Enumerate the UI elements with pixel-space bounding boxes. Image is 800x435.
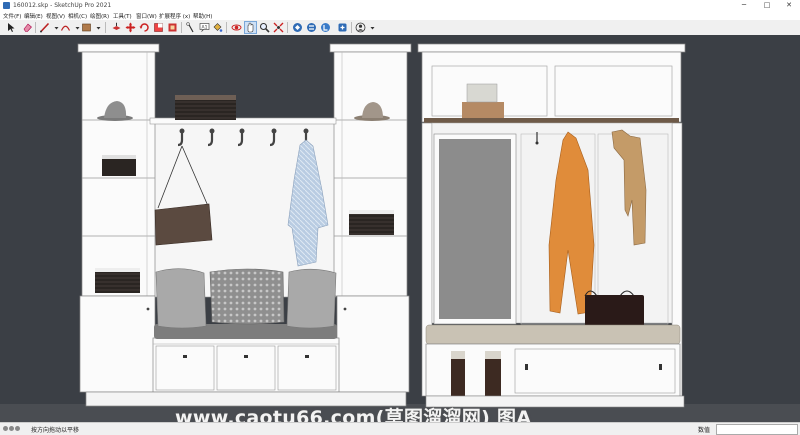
- line-dropdown-icon[interactable]: [51, 22, 59, 33]
- maximize-button[interactable]: □: [756, 0, 778, 11]
- menu-extensions[interactable]: 扩展程序 (x): [159, 12, 190, 20]
- text-tool-icon[interactable]: A1: [199, 22, 210, 33]
- push-pull-tool-icon[interactable]: [111, 22, 122, 33]
- measurements-input[interactable]: [716, 424, 798, 435]
- extension-warehouse-icon[interactable]: [306, 22, 317, 33]
- close-button[interactable]: ✕: [778, 0, 800, 11]
- zoom-extents-tool-icon[interactable]: [273, 22, 284, 33]
- help-icon: [15, 426, 20, 431]
- move-tool-icon[interactable]: [125, 22, 136, 33]
- menu-bar: 文件(F) 编辑(E) 视图(V) 相机(C) 绘图(R) 工具(T) 窗口(W…: [0, 11, 800, 20]
- menu-draw[interactable]: 绘图(R): [90, 12, 109, 20]
- title-bar: 160012.skp - SketchUp Pro 2021 ─ □ ✕: [0, 0, 800, 11]
- menu-edit[interactable]: 编辑(E): [24, 12, 43, 20]
- sketchup-app-icon: [3, 2, 10, 9]
- paint-bucket-tool-icon[interactable]: [212, 22, 223, 33]
- menu-view[interactable]: 视图(V): [46, 12, 65, 20]
- layout-icon[interactable]: [320, 22, 331, 33]
- rotate-tool-icon[interactable]: [139, 22, 150, 33]
- menu-window[interactable]: 窗口(W): [136, 12, 157, 20]
- arc-tool-icon[interactable]: [60, 22, 71, 33]
- arc-dropdown-icon[interactable]: [72, 22, 80, 33]
- 3d-model-viewport[interactable]: [0, 35, 800, 422]
- minimize-button[interactable]: ─: [733, 0, 755, 11]
- account-dropdown-icon[interactable]: [367, 22, 375, 33]
- orbit-tool-icon[interactable]: [231, 22, 242, 33]
- menu-camera[interactable]: 相机(C): [68, 12, 87, 20]
- menu-help[interactable]: 帮助(H): [193, 12, 212, 20]
- 3d-warehouse-icon[interactable]: [292, 22, 303, 33]
- credits-icon: [9, 426, 14, 431]
- scale-tool-icon[interactable]: [153, 22, 164, 33]
- status-icons[interactable]: [3, 426, 25, 432]
- tape-measure-tool-icon[interactable]: [185, 22, 196, 33]
- line-tool-icon[interactable]: [39, 22, 50, 33]
- measurements-label: 数值: [698, 427, 711, 434]
- entryway-cabinet-model: [0, 43, 800, 422]
- left-entryway-unit: [77, 43, 412, 407]
- zoom-tool-icon[interactable]: [259, 22, 270, 33]
- select-tool-icon[interactable]: [6, 22, 17, 33]
- right-entryway-unit: [417, 43, 686, 408]
- svg-text:A1: A1: [202, 24, 208, 30]
- status-hint: 按方向拖动以平移: [31, 427, 80, 434]
- pan-tool-icon[interactable]: [244, 21, 257, 34]
- account-icon[interactable]: [355, 22, 366, 33]
- extension-manager-icon[interactable]: [337, 22, 348, 33]
- shapes-tool-icon[interactable]: [81, 22, 92, 33]
- menu-file[interactable]: 文件(F): [3, 12, 21, 20]
- status-bar: 按方向拖动以平移 数值: [0, 422, 800, 435]
- offset-tool-icon[interactable]: [167, 22, 178, 33]
- shapes-dropdown-icon[interactable]: [93, 22, 101, 33]
- window-title: 160012.skp - SketchUp Pro 2021: [13, 2, 112, 9]
- eraser-tool-icon[interactable]: [22, 22, 33, 33]
- menu-tools[interactable]: 工具(T): [113, 12, 132, 20]
- geo-location-icon: [3, 426, 8, 431]
- main-toolbar: A1: [0, 20, 800, 36]
